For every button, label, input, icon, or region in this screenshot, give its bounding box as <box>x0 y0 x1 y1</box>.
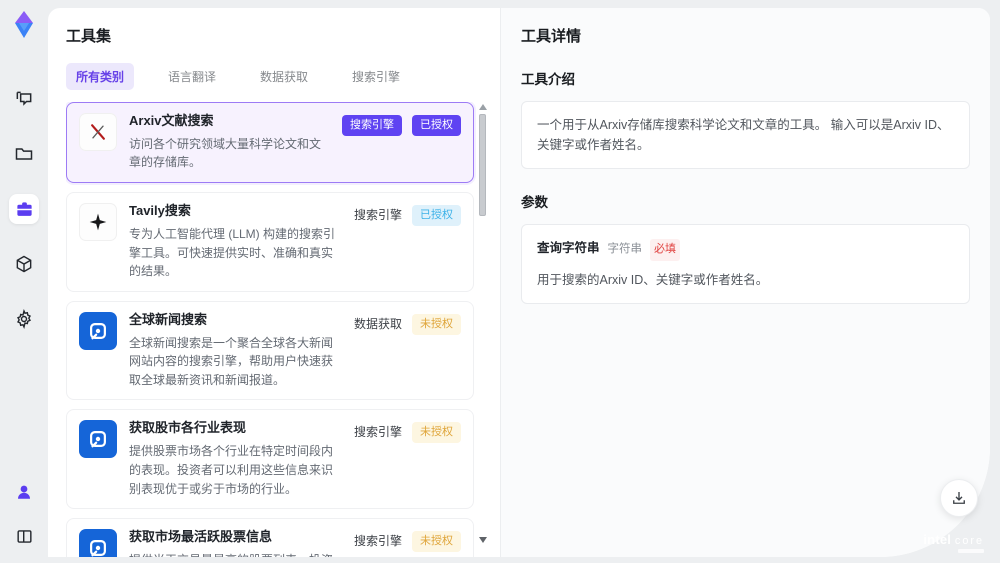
tool-intro-text: 一个用于从Arxiv存储库搜索科学论文和文章的工具。 输入可以是Arxiv ID… <box>521 101 970 169</box>
scrollbar-down-arrow[interactable] <box>479 537 487 543</box>
tool-description: 提供当天交易量最高的股票列表，投资者可以利用这些信息来识别流动性强的股票和潜在的… <box>129 551 342 557</box>
app-root: 工具集 所有类别 语言翻译 数据获取 搜索引擎 Arxiv文献搜索 访问各个研究领域大量… <box>0 0 1000 563</box>
param-card: 查询字符串 字符串 必填 用于搜索的Arxiv ID、关键字或作者姓名。 <box>521 224 970 304</box>
scrollbar[interactable] <box>478 102 488 557</box>
gear-icon <box>14 309 34 329</box>
param-description: 用于搜索的Arxiv ID、关键字或作者姓名。 <box>537 272 769 287</box>
tab-3[interactable]: 搜索引擎 <box>342 63 410 90</box>
content-window: 工具集 所有类别 语言翻译 数据获取 搜索引擎 Arxiv文献搜索 访问各个研究领域大量… <box>48 8 990 557</box>
tool-detail-panel: 工具详情 工具介绍 一个用于从Arxiv存储库搜索科学论文和文章的工具。 输入可… <box>500 8 990 557</box>
toolset-title: 工具集 <box>66 28 112 45</box>
tool-card-3[interactable]: 获取股市各行业表现提供股票市场各个行业在特定时间段内的表现。投资者可以利用这些信… <box>66 409 474 510</box>
tools-list-container: Arxiv文献搜索 访问各个研究领域大量科学论文和文章的存储库。 搜索引擎 已授权 Ta… <box>66 102 490 557</box>
tool-name: 全球新闻搜索 <box>129 311 208 327</box>
detail-title: 工具详情 <box>521 28 582 45</box>
tool-name: Tavily搜索 <box>129 203 191 219</box>
sidebar <box>0 0 48 563</box>
sidebar-item-settings[interactable] <box>9 304 39 334</box>
category-label: 搜索引擎 <box>353 534 402 549</box>
tool-description: 全球新闻搜索是一个聚合全球各大新闻网站内容的搜索引擎，帮助用户快速获取全球最新资… <box>129 335 334 387</box>
toolset-panel: 工具集 所有类别 语言翻译 数据获取 搜索引擎 Arxiv文献搜索 访问各个研究领域大量… <box>48 8 500 557</box>
collapse-panel-icon <box>15 527 34 546</box>
intro-section-title: 工具介绍 <box>521 72 575 87</box>
tool-name: Arxiv文献搜索 <box>129 113 214 128</box>
brand-core: core <box>954 535 984 547</box>
sidebar-item-account[interactable] <box>9 477 39 507</box>
category-tabs: 所有类别 语言翻译 数据获取 搜索引擎 <box>66 63 490 90</box>
tab-2[interactable]: 数据获取 <box>250 63 318 90</box>
arxiv-icon <box>79 113 117 151</box>
sidebar-item-files[interactable] <box>9 139 39 169</box>
auth-status-badge: 已授权 <box>412 205 461 227</box>
download-icon <box>950 489 968 507</box>
sidebar-item-collapse[interactable] <box>9 521 39 551</box>
sidebar-nav <box>9 84 39 334</box>
category-badge: 搜索引擎 <box>342 115 402 136</box>
tool-description: 提供股票市场各个行业在特定时间段内的表现。投资者可以利用这些信息来识别表现优于或… <box>129 444 334 496</box>
tool-card-4[interactable]: 获取市场最活跃股票信息提供当天交易量最高的股票列表，投资者可以利用这些信息来识别… <box>66 518 474 557</box>
tab-1[interactable]: 语言翻译 <box>158 63 226 90</box>
sidebar-bottom <box>9 477 39 551</box>
folder-icon <box>14 144 34 164</box>
sidebar-item-tools[interactable] <box>9 194 39 224</box>
chat-icon <box>14 89 34 109</box>
intel-core-logo: intel core <box>923 532 984 553</box>
scrollbar-thumb[interactable] <box>479 114 486 216</box>
param-type: 字符串 <box>607 243 643 255</box>
brand-underline <box>958 549 984 553</box>
tool-card-2[interactable]: 全球新闻搜索全球新闻搜索是一个聚合全球各大新闻网站内容的搜索引擎，帮助用户快速获… <box>66 300 474 401</box>
auth-status-badge: 未授权 <box>412 422 461 444</box>
tool-description: 访问各个研究领域大量科学论文和文章的存储库。 <box>129 136 322 170</box>
tool-description: 专为人工智能代理 (LLM) 构建的搜索引擎工具。可快速提供实时、准确和真实的结… <box>129 226 336 279</box>
cube-icon <box>14 254 34 274</box>
tool-name: 获取市场最活跃股票信息 <box>129 529 273 545</box>
download-button[interactable] <box>940 479 978 517</box>
news-icon <box>79 311 117 350</box>
news-icon <box>79 420 117 459</box>
tavily-star-icon <box>79 203 117 242</box>
sidebar-item-chat[interactable] <box>9 84 39 114</box>
scrollbar-up-arrow[interactable] <box>479 104 487 110</box>
params-section-title: 参数 <box>521 195 548 210</box>
tools-list: Arxiv文献搜索 访问各个研究领域大量科学论文和文章的存储库。 搜索引擎 已授权 Ta… <box>66 102 474 557</box>
briefcase-icon <box>15 200 34 219</box>
user-icon <box>15 483 33 501</box>
auth-status-badge: 已授权 <box>412 115 461 136</box>
param-header: 查询字符串 字符串 必填 <box>537 238 954 261</box>
param-name: 查询字符串 <box>537 241 600 255</box>
category-label: 搜索引擎 <box>353 425 402 440</box>
category-label: 数据获取 <box>353 316 402 331</box>
sidebar-item-models[interactable] <box>9 249 39 279</box>
auth-status-badge: 未授权 <box>412 313 461 335</box>
category-label: 搜索引擎 <box>353 208 402 223</box>
tool-card-0[interactable]: Arxiv文献搜索访问各个研究领域大量科学论文和文章的存储库。 搜索引擎 已授权 <box>66 102 474 184</box>
tool-card-1[interactable]: Tavily搜索专为人工智能代理 (LLM) 构建的搜索引擎工具。可快速提供实时… <box>66 192 474 292</box>
auth-status-badge: 未授权 <box>412 531 461 553</box>
tab-0[interactable]: 所有类别 <box>66 63 135 90</box>
param-required-badge: 必填 <box>650 239 681 261</box>
app-logo[interactable] <box>7 8 41 42</box>
news-icon <box>79 529 117 557</box>
brand-intel: intel <box>923 532 952 547</box>
tool-name: 获取股市各行业表现 <box>129 420 247 436</box>
